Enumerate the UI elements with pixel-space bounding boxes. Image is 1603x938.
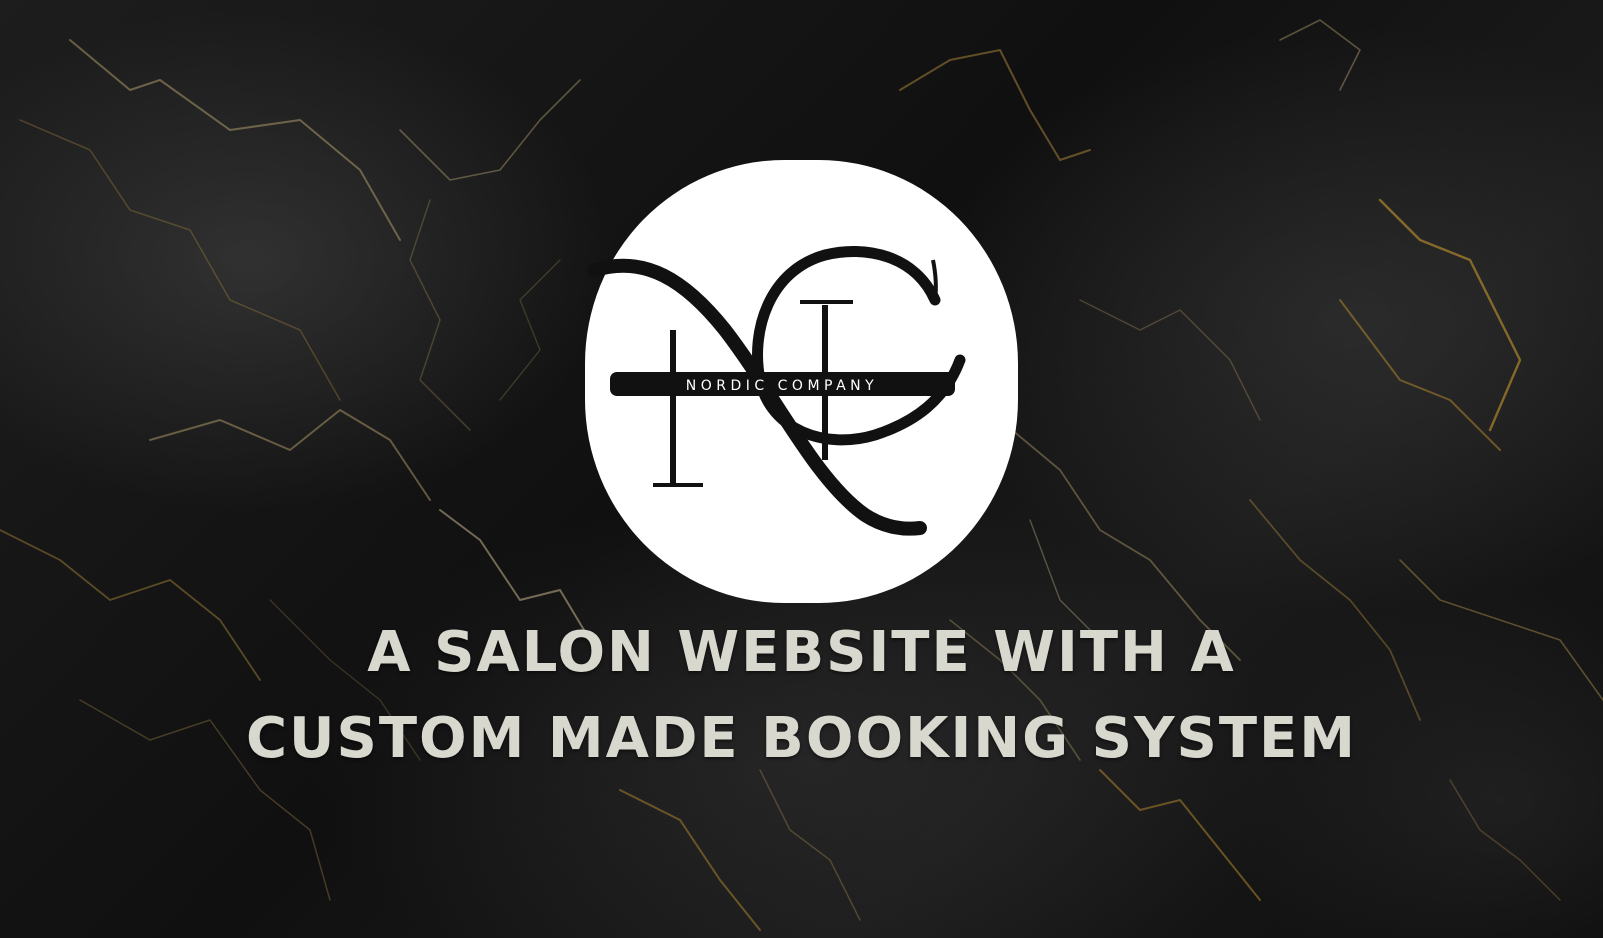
nordic-company-logo: NORDIC COMPANY xyxy=(588,245,966,536)
headline-line-1: A SALON WEBSITE WITH A xyxy=(367,620,1236,685)
logo-band-text: NORDIC COMPANY xyxy=(686,378,878,394)
headline-line-2: CUSTOM MADE BOOKING SYSTEM xyxy=(245,706,1358,771)
logo-badge: NORDIC COMPANY xyxy=(585,160,1018,603)
promo-banner: NORDIC COMPANY A SALON WEBSITE WITH A CU… xyxy=(0,0,1603,938)
